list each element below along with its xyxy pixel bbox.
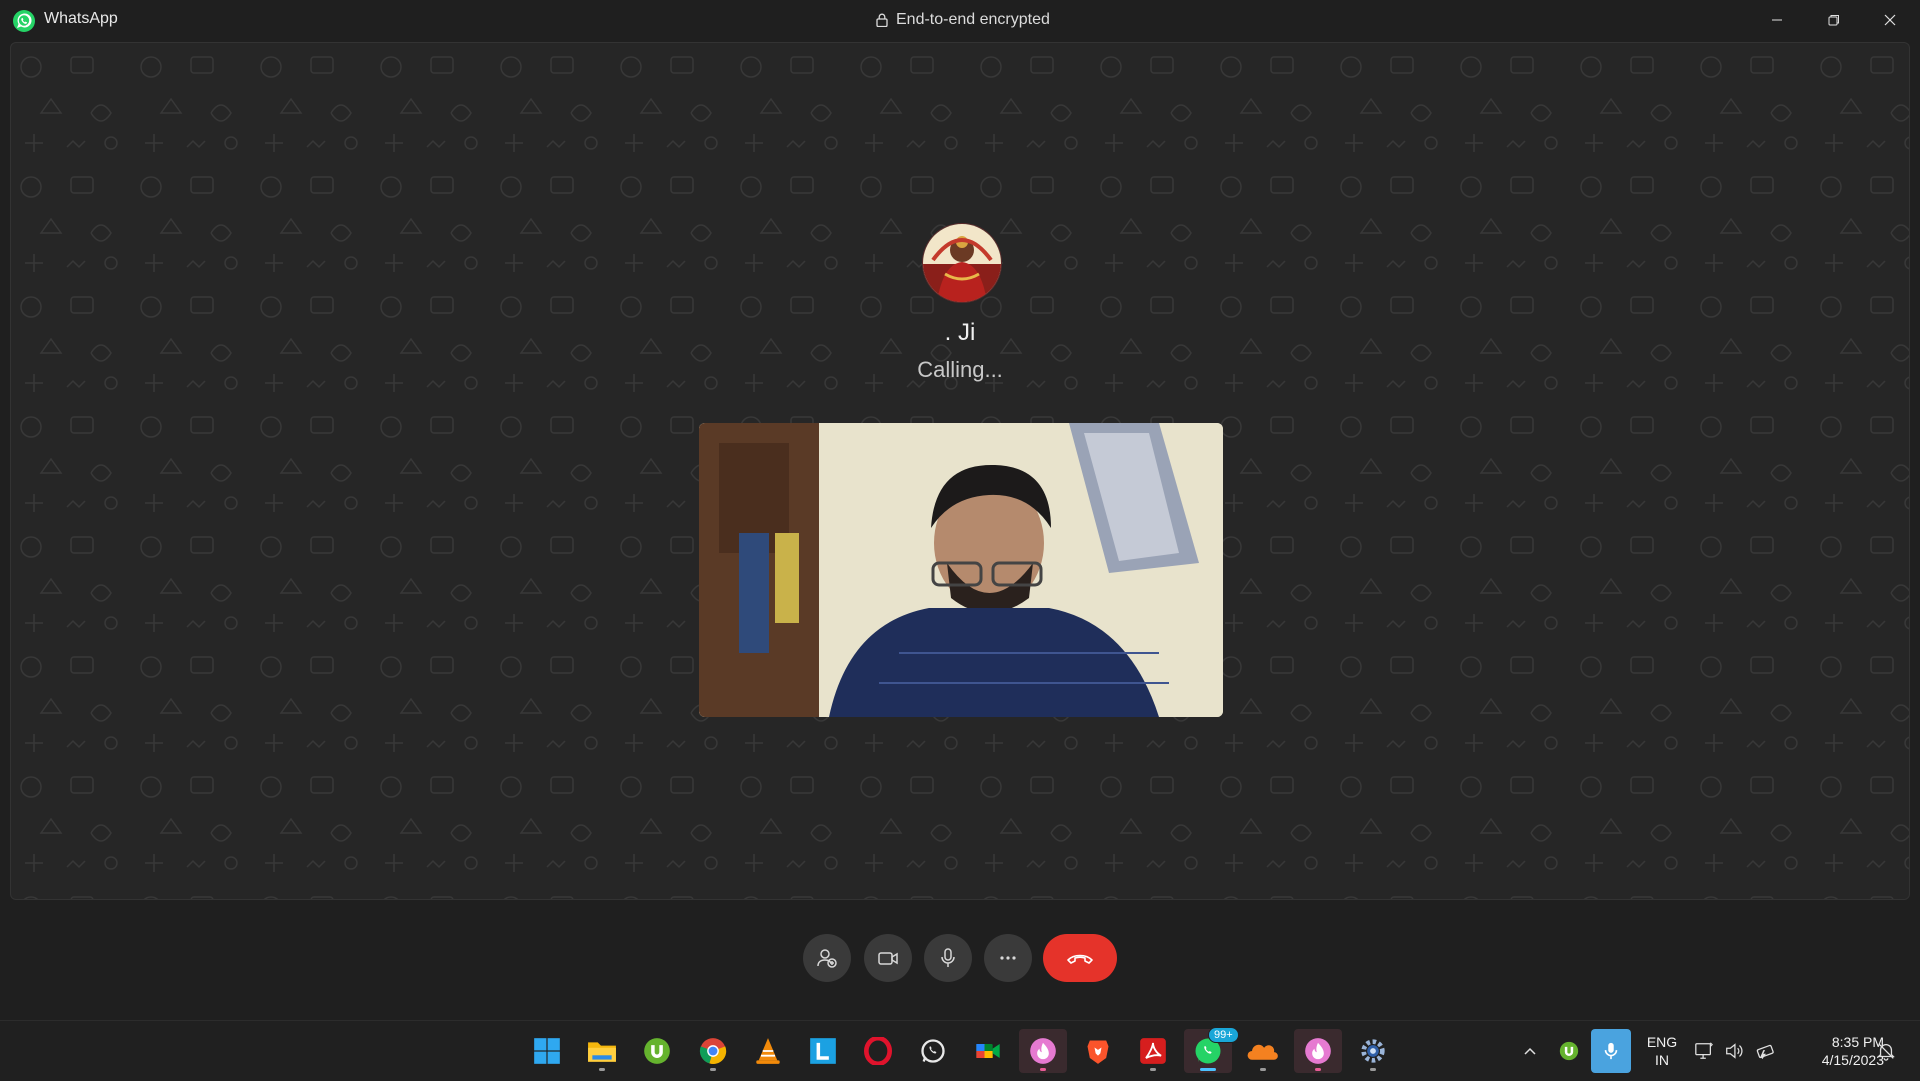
self-video-preview [699,423,1223,717]
flame-app-icon[interactable] [1019,1029,1067,1073]
video-toggle-button[interactable] [864,934,912,982]
whatsapp-outline-icon[interactable] [909,1029,957,1073]
call-controls [0,934,1920,986]
unread-badge: 99+ [1208,1027,1239,1043]
add-participant-icon [817,949,837,968]
microphone-toggle-button[interactable] [924,934,972,982]
add-participant-button[interactable] [803,934,851,982]
l-app-icon[interactable] [799,1029,847,1073]
gear-icon[interactable] [1349,1029,1397,1073]
video-camera-icon [878,952,898,965]
end-call-button[interactable] [1043,934,1117,982]
camera-feed-image [699,423,1223,717]
app-title: WhatsApp [44,10,118,27]
title-bar: WhatsApp End-to-end encrypted [0,0,1920,40]
lock-icon [876,13,888,27]
close-button[interactable] [1862,0,1918,40]
whatsapp-logo-icon [13,10,35,32]
call-status: Calling... [917,357,1003,382]
network-icon[interactable] [1692,1029,1716,1073]
encryption-label: End-to-end encrypted [896,11,1050,28]
encryption-indicator: End-to-end encrypted [876,11,1050,29]
clock[interactable]: 8:35 PM 4/15/2023 [1788,1029,1884,1073]
taskbar: 99+ ENG IN 8:35 PM 4/15/2023 [0,1020,1920,1081]
language-indicator[interactable]: ENG IN [1643,1029,1681,1073]
end-call-icon [1067,954,1093,964]
vlc-icon[interactable] [744,1029,792,1073]
notification-bell-icon[interactable] [1874,1029,1898,1073]
avatar-image [923,224,1001,302]
more-options-icon [1000,956,1016,960]
restore-button[interactable] [1806,0,1862,40]
acrobat-icon[interactable] [1129,1029,1177,1073]
brave-icon[interactable] [1074,1029,1122,1073]
restore-icon [1828,15,1839,26]
folder-icon[interactable] [578,1029,626,1073]
meet-icon[interactable] [964,1029,1012,1073]
battery-icon[interactable] [1752,1029,1780,1073]
opera-icon[interactable] [854,1029,902,1073]
volume-icon[interactable] [1722,1029,1746,1073]
chrome-icon[interactable] [689,1029,737,1073]
chevron-up-icon[interactable] [1515,1029,1545,1073]
whatsapp-icon[interactable]: 99+ [1184,1027,1239,1073]
microphone-in-use-icon[interactable] [1591,1029,1631,1073]
region-code: IN [1655,1052,1669,1068]
contact-name: . Ji [944,319,976,346]
microphone-icon [941,948,955,967]
minimize-icon [1772,19,1782,21]
utorrent-tray-icon[interactable] [1554,1029,1584,1073]
call-panel: . Ji Calling... [10,42,1910,900]
flame-app-icon-2[interactable] [1294,1029,1342,1073]
cloud-icon[interactable] [1239,1029,1287,1073]
close-icon [1884,14,1896,26]
contact-avatar[interactable] [922,223,1002,303]
more-options-button[interactable] [984,934,1032,982]
minimize-button[interactable] [1749,0,1805,40]
language-code: ENG [1646,1034,1678,1050]
windows-start-icon[interactable] [523,1029,571,1073]
utorrent-icon[interactable] [633,1029,681,1073]
